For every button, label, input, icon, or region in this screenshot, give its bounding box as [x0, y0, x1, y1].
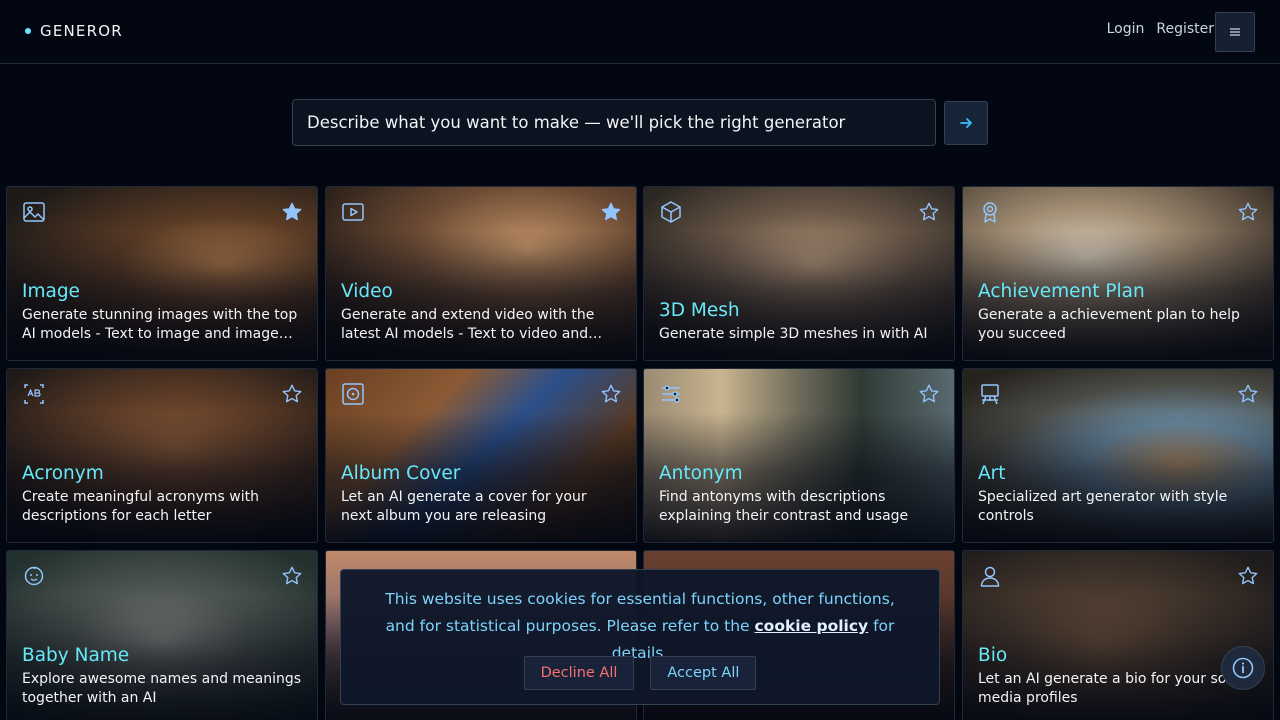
baby-icon	[24, 566, 44, 586]
generator-search	[292, 99, 936, 146]
card-description: Specialized art generator with style con…	[978, 489, 1228, 524]
card-title: Acronym	[22, 462, 104, 484]
card-description: Generate stunning images with the top AI…	[22, 307, 298, 342]
star-outline-icon[interactable]	[918, 383, 940, 405]
star-filled-icon[interactable]	[281, 201, 303, 223]
star-outline-icon[interactable]	[1237, 383, 1259, 405]
info-button[interactable]	[1221, 646, 1265, 690]
auth-nav: Login Register	[1107, 21, 1214, 37]
card-description: Explore awesome names and meanings toget…	[22, 671, 302, 706]
cookie-policy-link[interactable]: cookie policy	[754, 617, 868, 635]
card-bio[interactable]: Bio Let an AI generate a bio for your so…	[962, 550, 1274, 720]
card-description: Generate simple 3D meshes in with AI	[659, 326, 928, 342]
info-icon	[1232, 657, 1254, 679]
brand-logo[interactable]: GENEROR	[25, 22, 123, 40]
card-description: Let an AI generate a cover for your next…	[341, 489, 587, 524]
card-image[interactable]: Image Generate stunning images with the …	[6, 186, 318, 361]
login-link[interactable]: Login	[1107, 21, 1145, 37]
star-outline-icon[interactable]	[281, 383, 303, 405]
menu-button[interactable]	[1215, 12, 1255, 52]
card-title: Bio	[978, 644, 1008, 666]
card-title: Video	[341, 280, 393, 302]
card-title: Baby Name	[22, 644, 130, 666]
arrow-right-icon	[960, 118, 972, 128]
search-submit-button[interactable]	[944, 101, 988, 145]
brand-name: GENEROR	[40, 22, 123, 40]
card-antonym[interactable]: Antonym Find antonyms with descriptions …	[643, 368, 955, 543]
card-album-cover[interactable]: Album Cover Let an AI generate a cover f…	[325, 368, 637, 543]
cookie-banner: This website uses cookies for essential …	[340, 569, 940, 705]
card-title: Achievement Plan	[978, 280, 1145, 302]
star-filled-icon[interactable]	[600, 201, 622, 223]
card-description: Create meaningful acronyms with descript…	[22, 489, 259, 524]
star-outline-icon[interactable]	[600, 383, 622, 405]
cube-icon	[661, 201, 681, 223]
card-title: Antonym	[659, 462, 743, 484]
card-description: Find antonyms with descriptions explaini…	[659, 489, 909, 524]
hamburger-icon	[1230, 28, 1240, 36]
card-video[interactable]: Video Generate and extend video with the…	[325, 186, 637, 361]
award-icon	[983, 202, 997, 223]
card-3d-mesh[interactable]: 3D Mesh Generate simple 3D meshes in wit…	[643, 186, 955, 361]
card-baby-name[interactable]: Baby Name Explore awesome names and mean…	[6, 550, 318, 720]
cookie-actions: Decline All Accept All	[341, 656, 939, 690]
video-icon	[342, 203, 364, 221]
user-icon	[980, 566, 1000, 587]
card-art[interactable]: Art Specialized art generator with style…	[962, 368, 1274, 543]
brand-dot-icon	[25, 28, 31, 34]
card-achievement-plan[interactable]: Achievement Plan Generate a achievement …	[962, 186, 1274, 361]
card-title: Art	[978, 462, 1006, 484]
register-link[interactable]: Register	[1156, 21, 1214, 37]
card-title: 3D Mesh	[659, 299, 740, 321]
star-outline-icon[interactable]	[918, 201, 940, 223]
accept-all-button[interactable]: Accept All	[650, 656, 757, 690]
abc-icon	[24, 384, 44, 404]
card-description: Generate a achievement plan to help you …	[978, 307, 1240, 342]
star-outline-icon[interactable]	[1237, 201, 1259, 223]
card-description: Let an AI generate a bio for your social…	[978, 671, 1251, 706]
cookie-message: This website uses cookies for essential …	[341, 586, 939, 667]
star-outline-icon[interactable]	[281, 565, 303, 587]
image-icon	[23, 202, 45, 222]
top-header: GENEROR Login Register	[0, 0, 1280, 64]
star-outline-icon[interactable]	[1237, 565, 1259, 587]
card-title: Album Cover	[341, 462, 461, 484]
sliders-icon	[662, 385, 680, 403]
disc-icon	[342, 383, 364, 405]
card-acronym[interactable]: Acronym Create meaningful acronyms with …	[6, 368, 318, 543]
card-description: Generate and extend video with the lates…	[341, 307, 595, 342]
card-title: Image	[22, 280, 80, 302]
search-input[interactable]	[307, 113, 921, 132]
decline-all-button[interactable]: Decline All	[523, 656, 635, 690]
easel-icon	[981, 384, 999, 405]
